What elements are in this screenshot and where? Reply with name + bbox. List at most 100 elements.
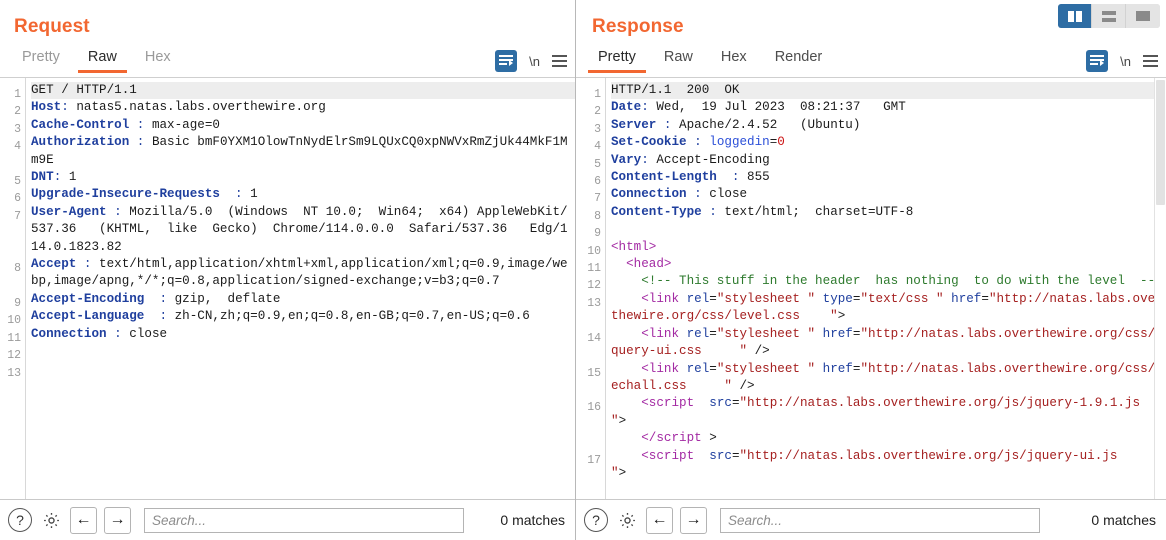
line-number: 10 [7, 314, 21, 328]
tab-pretty-response[interactable]: Pretty [584, 46, 650, 73]
request-tabbar: Pretty Raw Hex \n [0, 46, 575, 78]
line-number: 16 [587, 401, 601, 415]
layout-split-vertical-button[interactable] [1058, 4, 1092, 28]
search-next-button-response[interactable]: → [680, 506, 707, 534]
response-header: Response [576, 0, 1166, 46]
response-scrollbar[interactable] [1154, 78, 1166, 499]
line-number: 13 [587, 296, 601, 310]
single-pane-icon [1136, 11, 1150, 21]
code-line: Cache-Control : max-age=0 [31, 117, 220, 132]
split-horizontal-icon [1101, 10, 1116, 22]
code-line: User-Agent : Mozilla/5.0 (Windows NT 10.… [31, 204, 568, 254]
word-wrap-icon[interactable] [495, 50, 518, 72]
line-number: 1 [14, 88, 21, 101]
line-number: 7 [14, 209, 21, 223]
hamburger-menu-icon[interactable] [552, 55, 567, 67]
line-number: 9 [594, 227, 601, 241]
line-number: 15 [587, 366, 601, 380]
response-code[interactable]: HTTP/1.1 200 OK Date: Wed, 19 Jul 2023 08… [606, 78, 1166, 499]
request-pane: Request Pretty Raw Hex \n 1 2 3 4 5 6 7 8 9 10 11 1… [0, 0, 576, 540]
page-title: Request [14, 16, 90, 37]
layout-split-horizontal-button[interactable] [1092, 4, 1126, 28]
match-count: 0 matches [500, 512, 565, 528]
line-number: 12 [7, 349, 21, 363]
response-editor[interactable]: 1 2 3 4 5 6 7 8 9 10 11 12 13 14 15 16 17 HTTP/1.1 200 O… [576, 78, 1166, 499]
code-line: <head> [611, 257, 672, 272]
line-number: 4 [14, 140, 21, 154]
code-line: Vary: Accept-Encoding [611, 152, 770, 167]
code-line: GET / HTTP/1.1 [31, 82, 575, 100]
response-tab-actions: \n [1086, 46, 1158, 76]
tab-hex-response[interactable]: Hex [707, 46, 761, 73]
response-pane: Response Pretty Raw Hex Render \n 1 2 3 … [576, 0, 1166, 540]
layout-single-pane-button[interactable] [1126, 4, 1160, 28]
line-number: 8 [14, 262, 21, 276]
line-number: 4 [594, 140, 601, 154]
burp-message-editor: Request Pretty Raw Hex \n 1 2 3 4 5 6 7 8 9 10 11 1… [0, 0, 1166, 540]
request-code[interactable]: GET / HTTP/1.1 Host: natas5.natas.labs.ov… [26, 78, 575, 499]
line-number: 6 [14, 192, 21, 206]
request-editor[interactable]: 1 2 3 4 5 6 7 8 9 10 11 12 13 GET / HTTP/1.1 Host: na… [0, 78, 575, 499]
code-line: <script src="http://natas.labs.overthewi… [611, 448, 1156, 480]
line-number: 17 [587, 453, 601, 467]
line-number: 3 [14, 122, 21, 136]
line-number: 3 [594, 122, 601, 136]
gear-icon-response[interactable] [615, 508, 639, 532]
request-line-numbers: 1 2 3 4 5 6 7 8 9 10 11 12 13 [0, 78, 26, 499]
tab-hex[interactable]: Hex [131, 46, 185, 73]
tab-pretty[interactable]: Pretty [8, 46, 74, 73]
line-number: 6 [594, 175, 601, 189]
word-wrap-icon-response[interactable] [1086, 50, 1109, 72]
show-newlines-icon[interactable]: \n [529, 54, 540, 69]
scrollbar-thumb[interactable] [1156, 80, 1165, 205]
code-line: <html> [611, 239, 657, 254]
line-number: 1 [594, 88, 601, 101]
line-number: 14 [587, 331, 601, 345]
code-line: Content-Length : 855 [611, 170, 770, 185]
tab-raw[interactable]: Raw [74, 46, 131, 73]
line-number: 2 [14, 105, 21, 119]
code-line: HTTP/1.1 200 OK [611, 82, 1166, 100]
line-number: 8 [594, 209, 601, 223]
search-prev-button[interactable]: ← [70, 506, 97, 534]
help-icon[interactable]: ? [8, 508, 32, 532]
help-icon-response[interactable]: ? [584, 508, 608, 532]
code-line: <link rel="stylesheet " href="http://nat… [611, 326, 1163, 359]
request-tab-actions: \n [495, 46, 567, 76]
tab-render-response[interactable]: Render [761, 46, 837, 73]
code-line: Server : Apache/2.4.52 (Ubuntu) [611, 117, 861, 132]
layout-toggle-group [1058, 4, 1160, 28]
code-line: Host: natas5.natas.labs.overthewire.org [31, 100, 326, 115]
line-number: 11 [7, 331, 21, 345]
code-line: Authorization : Basic bmF0YXM1OlowTnNydE… [31, 135, 568, 167]
code-line: DNT: 1 [31, 170, 77, 185]
gear-icon[interactable] [39, 508, 63, 532]
match-count-response: 0 matches [1091, 512, 1156, 528]
response-line-numbers: 1 2 3 4 5 6 7 8 9 10 11 12 13 14 15 16 17 [576, 78, 606, 499]
line-number: 5 [594, 157, 601, 171]
split-vertical-icon [1067, 10, 1082, 22]
request-bottom-toolbar: ? ← → Search... 0 matches [0, 499, 575, 540]
code-line: Accept : text/html,application/xhtml+xml… [31, 257, 568, 289]
code-line: Connection : close [611, 187, 748, 202]
search-input-response[interactable]: Search... [720, 507, 1040, 533]
hamburger-menu-icon-response[interactable] [1143, 55, 1158, 67]
line-number: 9 [14, 296, 21, 310]
search-input[interactable]: Search... [144, 507, 464, 533]
response-tabbar: Pretty Raw Hex Render \n [576, 46, 1166, 78]
line-number: 5 [14, 175, 21, 189]
search-prev-button-response[interactable]: ← [646, 506, 673, 534]
code-line: Accept-Encoding : gzip, deflate [31, 291, 281, 306]
code-line: Connection : close [31, 326, 168, 341]
search-next-button[interactable]: → [104, 506, 131, 534]
response-bottom-toolbar: ? ← → Search... 0 matches [576, 499, 1166, 540]
show-newlines-icon-response[interactable]: \n [1120, 54, 1131, 69]
page-title-response: Response [592, 16, 684, 37]
code-line: <script src="http://natas.labs.overthewi… [611, 396, 1141, 446]
code-line: Date: Wed, 19 Jul 2023 08:21:37 GMT [611, 100, 906, 115]
tab-raw-response[interactable]: Raw [650, 46, 707, 73]
code-line: Accept-Language : zh-CN,zh;q=0.9,en;q=0.… [31, 309, 530, 324]
